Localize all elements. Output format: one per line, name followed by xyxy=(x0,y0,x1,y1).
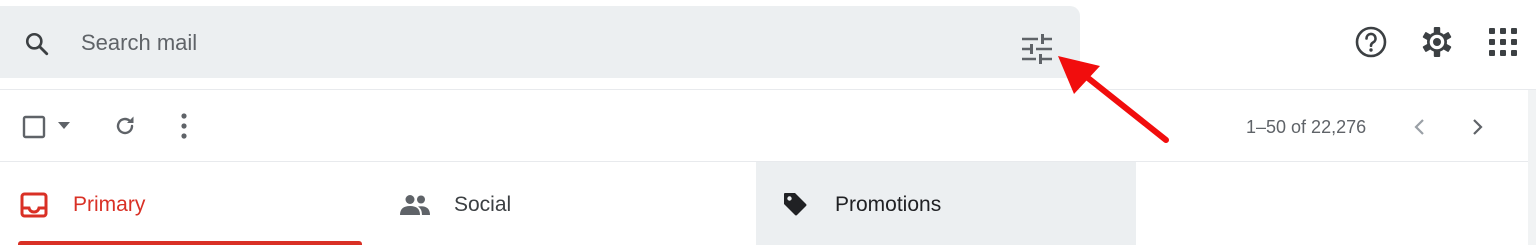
inbox-icon xyxy=(20,192,48,218)
search-input[interactable] xyxy=(81,28,981,58)
tab-promotions-label: Promotions xyxy=(835,193,942,216)
tag-icon xyxy=(784,193,807,216)
more-vertical-icon[interactable] xyxy=(180,113,188,139)
chevron-left-icon[interactable] xyxy=(1412,117,1426,137)
search-bar[interactable] xyxy=(0,6,1080,78)
chevron-down-icon[interactable] xyxy=(58,122,70,130)
mail-toolbar: 1–50 of 22,276 xyxy=(0,90,1536,160)
pagination-count: 1–50 of 22,276 xyxy=(1246,117,1367,137)
checkbox-icon[interactable] xyxy=(22,115,46,139)
search-icon[interactable] xyxy=(24,31,50,57)
tab-social[interactable]: Social xyxy=(378,162,756,245)
people-icon xyxy=(400,195,430,215)
gear-icon[interactable] xyxy=(1420,25,1454,59)
tab-social-label: Social xyxy=(454,193,512,216)
tab-primary[interactable]: Primary xyxy=(0,162,378,245)
tab-promotions[interactable]: Promotions xyxy=(756,162,1136,245)
category-tabs: Primary Social Promotions xyxy=(0,162,1536,245)
tab-primary-label: Primary xyxy=(73,193,146,216)
apps-grid-icon[interactable] xyxy=(1486,25,1520,59)
chevron-right-icon[interactable] xyxy=(1471,117,1485,137)
tune-icon[interactable] xyxy=(1020,34,1054,64)
top-bar xyxy=(0,0,1536,88)
refresh-icon[interactable] xyxy=(113,114,137,138)
scrollbar-track[interactable] xyxy=(1528,90,1536,245)
gmail-inbox-header: 1–50 of 22,276 Primary Social xyxy=(0,0,1536,245)
active-tab-indicator xyxy=(18,241,362,245)
help-icon[interactable] xyxy=(1354,25,1388,59)
